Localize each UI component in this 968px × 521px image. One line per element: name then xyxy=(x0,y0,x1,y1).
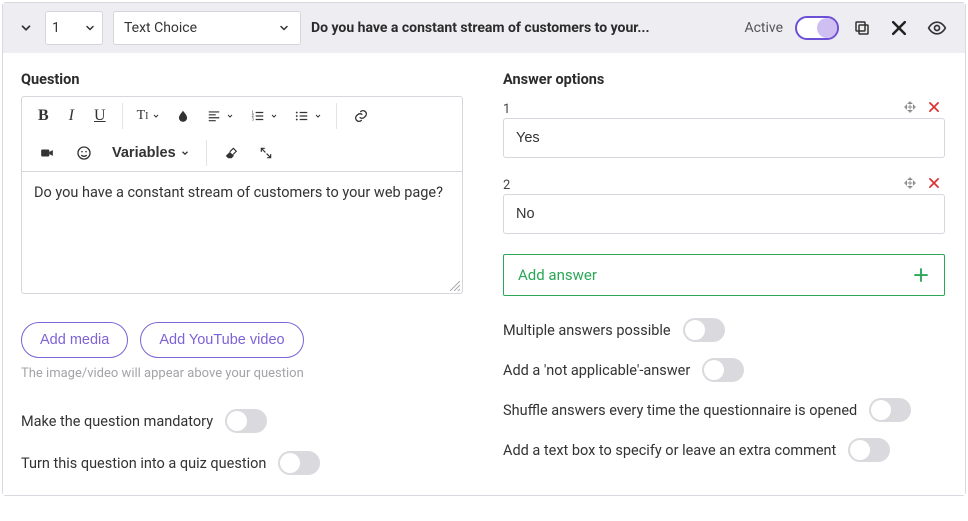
quiz-setting: Turn this question into a quiz question xyxy=(21,451,463,475)
color-button[interactable] xyxy=(168,103,198,129)
comment-box-toggle[interactable] xyxy=(848,438,890,462)
question-preview-text: Do you have a constant stream of custome… xyxy=(311,20,650,36)
underline-button[interactable]: U xyxy=(84,101,116,131)
move-icon xyxy=(903,176,917,190)
mandatory-label: Make the question mandatory xyxy=(21,413,213,430)
shuffle-setting: Shuffle answers every time the questionn… xyxy=(503,398,945,422)
na-answer-setting: Add a 'not applicable'-answer xyxy=(503,358,945,382)
answer-settings: Multiple answers possible Add a 'not app… xyxy=(503,318,945,462)
na-answer-toggle[interactable] xyxy=(702,358,744,382)
answers-column: Answer options 1 2 xyxy=(503,71,945,475)
comment-box-setting: Add a text box to specify or leave an ex… xyxy=(503,438,945,462)
align-left-icon xyxy=(206,109,222,123)
emoji-button[interactable] xyxy=(66,139,102,167)
copy-icon xyxy=(853,19,871,37)
list-ordered-icon: 123 xyxy=(250,109,266,123)
question-panel: 1 Text Choice Do you have a constant str… xyxy=(2,2,966,496)
variables-button[interactable]: Variables xyxy=(102,139,200,167)
media-hint: The image/video will appear above your q… xyxy=(21,366,463,381)
active-label: Active xyxy=(744,20,783,36)
question-textarea[interactable]: Do you have a constant stream of custome… xyxy=(22,171,462,293)
drag-handle[interactable] xyxy=(903,176,917,190)
delete-answer-button[interactable] xyxy=(923,96,945,118)
question-section-title: Question xyxy=(21,71,463,88)
drag-handle[interactable] xyxy=(903,100,917,114)
unordered-list-button[interactable] xyxy=(286,103,330,129)
eye-icon xyxy=(927,18,947,38)
question-body: Question B I U TI 123 xyxy=(3,53,965,495)
shuffle-toggle[interactable] xyxy=(869,398,911,422)
answer-option: 2 xyxy=(503,172,945,234)
text-format-button[interactable]: TI xyxy=(129,102,169,130)
chevron-down-icon xyxy=(226,112,234,120)
move-icon xyxy=(903,100,917,114)
answer-option: 1 xyxy=(503,96,945,158)
editor-toolbar-row-1: B I U TI 123 xyxy=(22,97,462,135)
link-button[interactable] xyxy=(343,102,379,130)
mandatory-toggle[interactable] xyxy=(225,409,267,433)
add-answer-button[interactable]: Add answer xyxy=(503,254,945,296)
editor-toolbar-row-2: Variables xyxy=(22,135,462,171)
quiz-label: Turn this question into a quiz question xyxy=(21,455,266,472)
chevron-down-icon xyxy=(19,21,33,35)
rich-text-editor: B I U TI 123 Variables xyxy=(21,96,463,294)
answer-input[interactable] xyxy=(503,194,945,234)
question-number-value: 1 xyxy=(52,20,60,36)
clear-format-button[interactable] xyxy=(213,140,249,166)
chevron-down-icon xyxy=(152,112,160,120)
question-number-select[interactable]: 1 xyxy=(45,11,103,45)
shuffle-label: Shuffle answers every time the questionn… xyxy=(503,402,857,419)
multiple-answers-setting: Multiple answers possible xyxy=(503,318,945,342)
close-icon xyxy=(927,100,941,114)
question-type-value: Text Choice xyxy=(124,20,197,36)
italic-button[interactable]: I xyxy=(59,101,84,131)
na-answer-label: Add a 'not applicable'-answer xyxy=(503,362,690,379)
resize-handle-icon[interactable] xyxy=(450,281,460,291)
fullscreen-button[interactable] xyxy=(249,140,283,166)
quiz-toggle[interactable] xyxy=(278,451,320,475)
chevron-down-icon xyxy=(270,112,278,120)
video-button[interactable] xyxy=(28,140,66,166)
question-text[interactable]: Do you have a constant stream of custome… xyxy=(22,172,462,293)
video-icon xyxy=(38,146,56,160)
list-unordered-icon xyxy=(294,109,310,123)
align-button[interactable] xyxy=(198,103,242,129)
close-icon xyxy=(927,176,941,190)
add-media-button[interactable]: Add media xyxy=(21,322,128,358)
close-icon xyxy=(889,18,909,38)
collapse-button[interactable] xyxy=(17,19,35,37)
delete-answer-button[interactable] xyxy=(923,172,945,194)
smile-icon xyxy=(76,145,92,161)
add-youtube-button[interactable]: Add YouTube video xyxy=(140,322,303,358)
add-answer-label: Add answer xyxy=(518,266,597,284)
delete-button[interactable] xyxy=(885,14,913,42)
multiple-answers-toggle[interactable] xyxy=(683,318,725,342)
mandatory-setting: Make the question mandatory xyxy=(21,409,463,433)
expand-icon xyxy=(259,146,273,160)
question-type-select[interactable]: Text Choice xyxy=(113,11,301,45)
answer-number: 1 xyxy=(503,102,510,117)
question-column: Question B I U TI 123 xyxy=(21,71,463,475)
active-toggle[interactable] xyxy=(795,16,839,40)
comment-box-label: Add a text box to specify or leave an ex… xyxy=(503,442,836,459)
preview-button[interactable] xyxy=(923,14,951,42)
svg-text:3: 3 xyxy=(252,117,255,122)
chevron-down-icon xyxy=(314,112,322,120)
chevron-down-icon xyxy=(278,22,290,34)
media-buttons-row: Add media Add YouTube video xyxy=(21,322,463,358)
eraser-icon xyxy=(223,146,239,160)
question-header: 1 Text Choice Do you have a constant str… xyxy=(3,3,965,53)
bold-button[interactable]: B xyxy=(28,101,59,131)
link-icon xyxy=(353,108,369,124)
ordered-list-button[interactable]: 123 xyxy=(242,103,286,129)
chevron-down-icon xyxy=(84,22,96,34)
duplicate-button[interactable] xyxy=(849,15,875,41)
plus-icon xyxy=(912,266,930,284)
chevron-down-icon xyxy=(180,148,190,158)
drop-icon xyxy=(176,109,190,123)
answers-section-title: Answer options xyxy=(503,71,945,88)
answer-number: 2 xyxy=(503,178,510,193)
multiple-answers-label: Multiple answers possible xyxy=(503,322,671,339)
answer-input[interactable] xyxy=(503,118,945,158)
